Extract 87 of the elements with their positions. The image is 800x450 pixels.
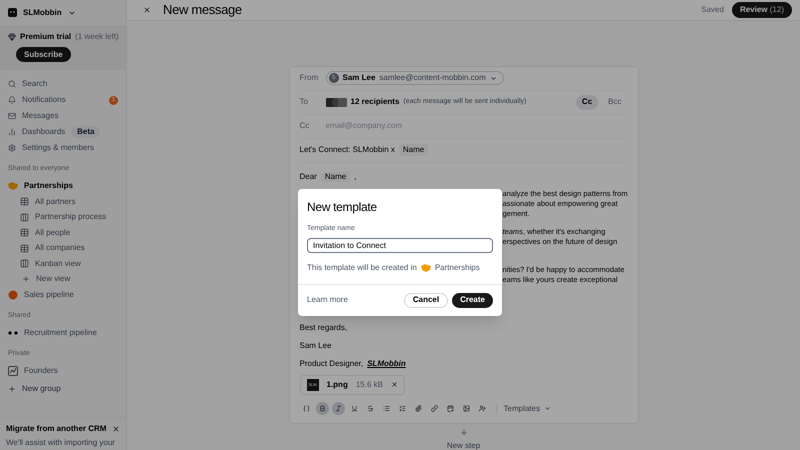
chart-icon [8,366,18,376]
target-list-name: Partnerships [434,262,480,274]
promo-text: We'll assist with importing your [6,437,116,449]
sidebar-view-item[interactable]: All partners [0,194,126,210]
sidebar-view-item[interactable]: Kanban view [0,256,126,272]
new-view-button[interactable]: New view [0,272,126,287]
settings-icon [8,144,16,152]
trial-label: Premium trial [20,31,72,43]
new-group-button[interactable]: New group [0,381,126,397]
nav-item[interactable]: Messages [0,108,126,124]
copy-button[interactable]: Bcc [602,94,628,110]
sidebar-view-item[interactable]: All people [0,225,126,240]
new-step-label: New step [446,440,480,450]
italic-icon [334,405,342,412]
recipients-count: 12 recipients [350,96,400,108]
search-icon [8,80,16,88]
chevron-down-icon [490,74,497,82]
recipient-avatars-icon [326,98,346,106]
closing-text: Best regards, [300,322,348,334]
attachment-icon [414,405,422,412]
mail-icon [8,112,16,120]
nav-item[interactable]: Dashboards Beta [0,124,126,140]
signature-name: Sam Lee [300,340,333,352]
bullet-list-icon [382,405,390,412]
close-icon[interactable] [112,425,120,433]
promo-title: Migrate from another CRM [6,423,106,435]
numbered-list-icon [398,405,406,412]
greeting-text: Dear [300,172,317,182]
beta-tag: Beta [71,126,100,138]
strikethrough-icon [366,405,374,412]
image-icon [462,405,470,412]
calendar-icon [446,405,454,412]
to-label: To [300,96,309,108]
underline-icon [350,405,358,412]
name-variable-tag[interactable]: Name [320,172,350,182]
sidebar-view-item[interactable]: Partnership process [0,210,126,225]
chart-icon [8,128,16,136]
nav-item[interactable]: Settings & members [0,140,126,156]
sidebar-item[interactable]: Partnerships [0,178,126,194]
table-icon [20,228,29,238]
sidebar-item[interactable]: Sales pipeline [0,287,126,303]
review-button[interactable]: Review (12) [732,2,792,18]
plus-icon [22,275,30,284]
plus-icon [8,385,16,393]
sidebar-view-item[interactable]: All companies [0,240,126,256]
from-label: From [300,72,318,84]
italic-button[interactable] [332,402,344,415]
dialog-title: New template [307,199,378,216]
eyes-icon [8,331,18,335]
greeting-comma: , [354,172,356,182]
table-icon [20,244,29,253]
nav-item[interactable]: Search [0,76,126,92]
template-name-field[interactable]: Invitation to Connect [307,238,493,252]
name-variable-tag[interactable]: Name [398,144,428,156]
save-status: Saved [701,4,724,16]
copy-button[interactable]: Cc [576,94,598,110]
bold-button[interactable] [316,402,328,415]
templates-dropdown[interactable]: Templates [504,402,551,414]
chevron-down-icon [544,405,551,412]
cc-label: Cc [300,120,310,132]
table-icon [20,259,29,268]
table-icon [20,197,29,206]
signature-company: SLMobbin [367,358,406,370]
cc-field[interactable]: email@company.com [326,120,628,132]
bell-icon [8,96,16,104]
subject-text: Let's Connect: SLMobbin x [300,144,395,156]
subscribe-button[interactable]: Subscribe [16,47,71,62]
workspace-switcher[interactable]: SLMobbin [0,0,126,25]
code-icon [302,405,310,412]
link-icon [430,405,438,412]
diamond-icon [8,33,16,41]
workspace-logo-icon [8,8,17,17]
table-icon [20,212,29,222]
close-icon[interactable] [143,6,151,14]
user-plus-icon [478,405,486,412]
page-title: New message [163,1,242,19]
arrow-down-icon [460,428,468,436]
cancel-button[interactable]: Cancel [404,292,448,308]
sidebar-item[interactable]: Recruitment pipeline [0,325,126,341]
learn-more-link[interactable]: Learn more [307,294,348,306]
dialog-note: This template will be created in [307,262,417,274]
remove-icon[interactable] [390,381,398,388]
trial-note: (1 week left) [75,31,119,43]
create-button[interactable]: Create [452,292,493,308]
sidebar-item[interactable]: Founders [0,363,126,379]
bold-icon [318,405,326,412]
signature-title: Product Designer, [300,358,364,370]
